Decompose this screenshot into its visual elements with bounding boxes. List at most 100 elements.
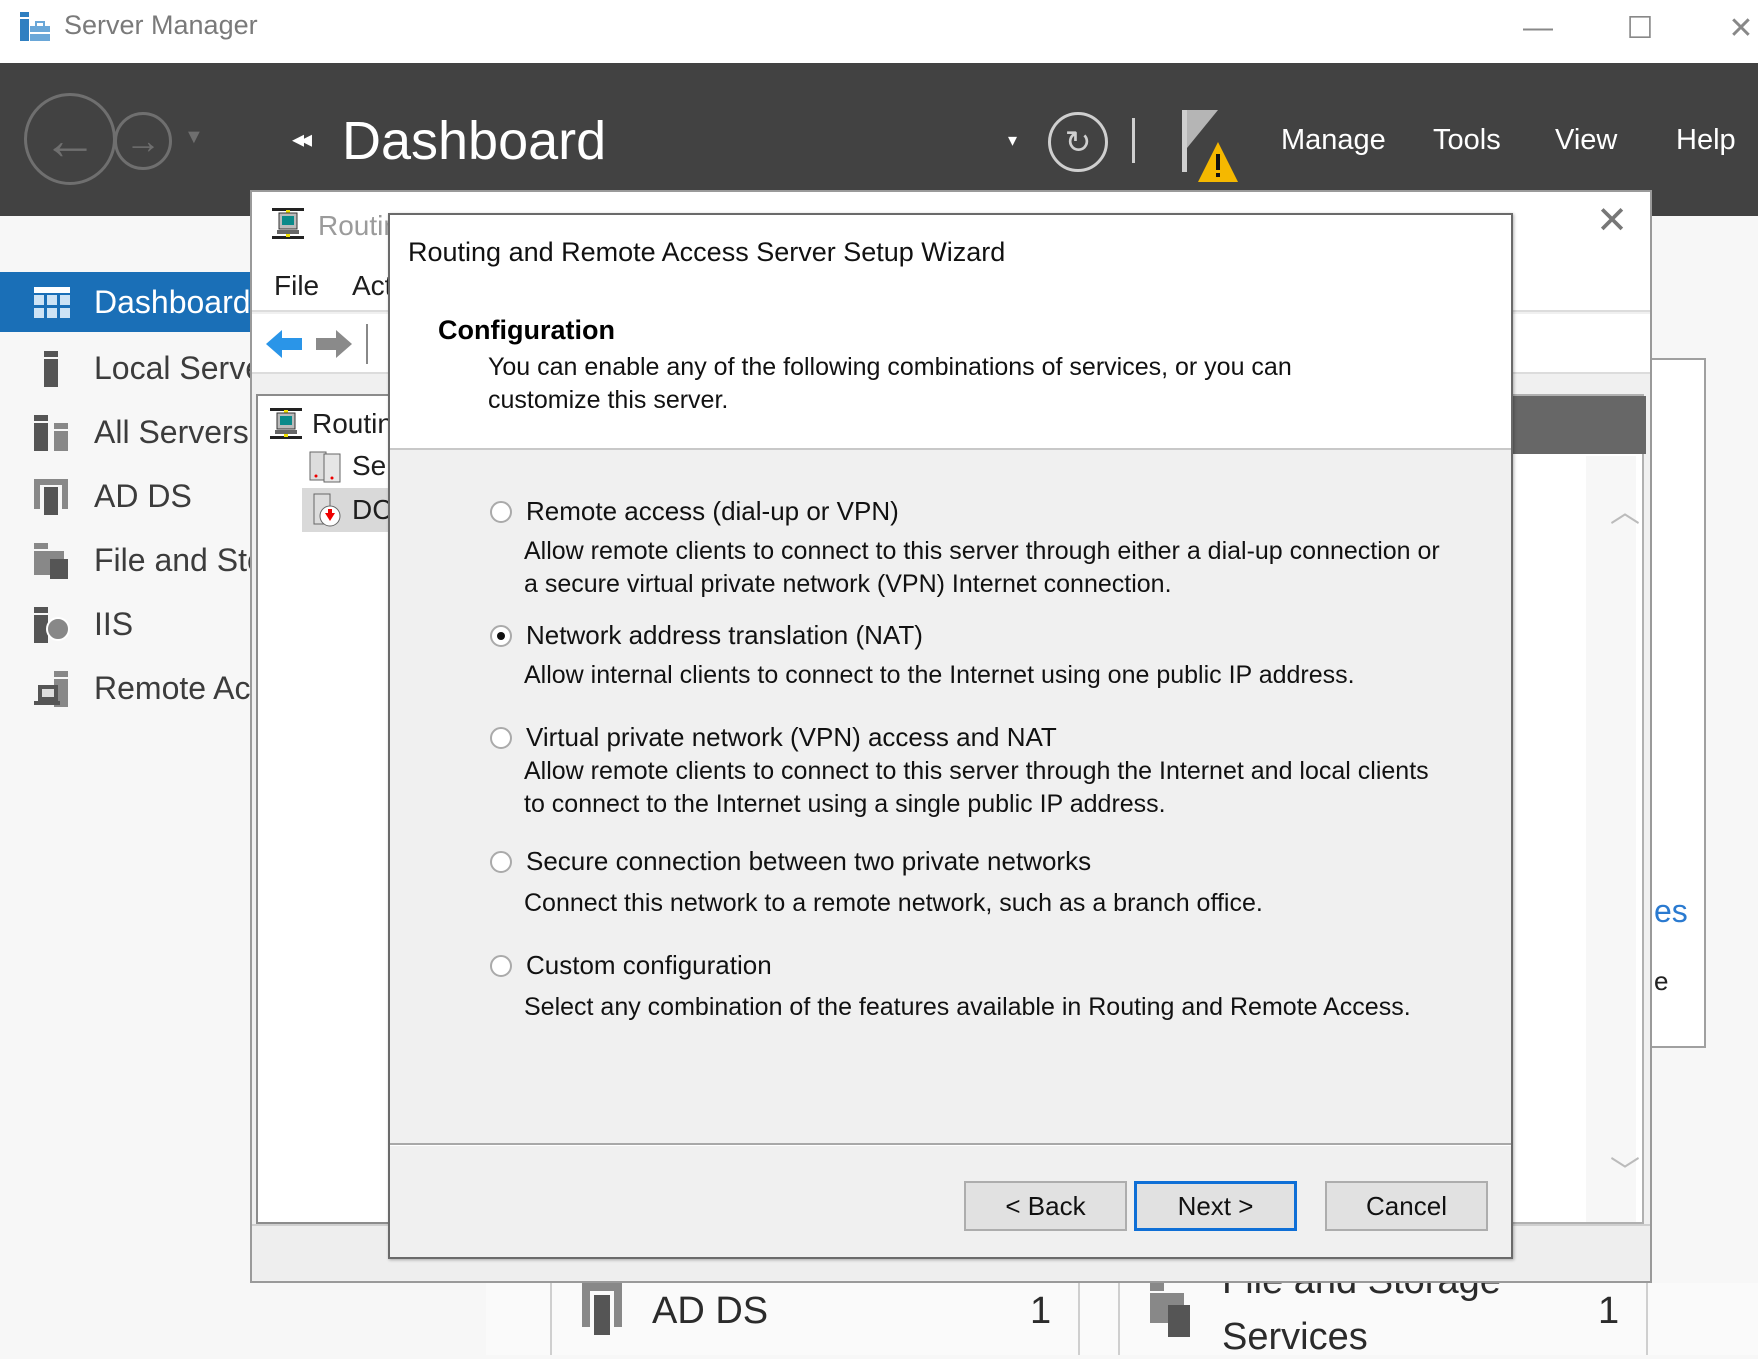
- option-description: Connect this network to a remote network…: [524, 889, 1263, 917]
- back-button[interactable]: ←: [24, 93, 116, 185]
- iis-icon: [34, 607, 70, 643]
- tile-file-storage-label-line2[interactable]: Services: [1222, 1316, 1368, 1359]
- all-servers-icon: [34, 415, 68, 451]
- ad-ds-icon: [34, 479, 68, 515]
- breadcrumb-dropdown-icon[interactable]: ▾: [1008, 130, 1017, 151]
- radio-button[interactable]: [490, 850, 512, 873]
- sidebar-item-label: AD DS: [94, 477, 192, 514]
- ad-ds-icon: [582, 1283, 622, 1335]
- sidebar-item-label: Local Server: [94, 349, 250, 386]
- radio-remote-access[interactable]: Remote access (dial-up or VPN): [490, 496, 1450, 527]
- sidebar-item-label: Remote Access: [94, 669, 250, 706]
- menu-tools[interactable]: Tools: [1433, 124, 1501, 157]
- option-vpn-and-nat: Virtual private network (VPN) access and…: [490, 722, 1450, 821]
- dashboard-grid-icon: [34, 287, 70, 318]
- sidebar-item-all-servers[interactable]: All Servers: [0, 402, 250, 462]
- link-fragment[interactable]: es: [1654, 893, 1688, 930]
- option-description: Allow internal clients to connect to the…: [524, 661, 1355, 689]
- toolbar-back-icon[interactable]: [264, 324, 304, 364]
- local-server-icon: [44, 351, 58, 387]
- minimize-button[interactable]: —: [1513, 6, 1563, 50]
- option-label: Virtual private network (VPN) access and…: [526, 722, 1057, 752]
- sidebar-item-iis[interactable]: IIS: [0, 594, 250, 654]
- toolbar-divider: [366, 324, 368, 364]
- sidebar-item-label: All Servers: [94, 413, 249, 450]
- radio-vpn-and-nat[interactable]: Virtual private network (VPN) access and…: [490, 722, 1450, 753]
- sidebar-item-label: Dashboard: [94, 283, 250, 320]
- scroll-up-icon[interactable]: ︿: [1610, 487, 1640, 531]
- server-status-icon: [309, 451, 341, 483]
- option-custom: Custom configuration Select any combinat…: [490, 950, 1450, 1024]
- tree-item-rras-root[interactable]: Routing and Remote Access: [268, 406, 400, 442]
- page-title: Dashboard: [342, 111, 607, 171]
- sidebar-item-file-storage[interactable]: File and Storage Services: [0, 530, 250, 590]
- toolbar-forward-icon[interactable]: [314, 324, 354, 364]
- details-scrollbar[interactable]: [1586, 456, 1636, 1222]
- wizard-options: Remote access (dial-up or VPN) Allow rem…: [390, 452, 1511, 1142]
- server-manager-icon: [20, 12, 50, 41]
- close-button[interactable]: ✕: [1716, 6, 1758, 50]
- tile-divider: [1646, 1283, 1648, 1355]
- breadcrumb-arrows-icon: ◂◂: [292, 126, 312, 153]
- file-storage-icon: [1150, 1283, 1190, 1337]
- tile-ad-ds-label[interactable]: AD DS: [652, 1290, 768, 1333]
- option-description: Allow remote clients to connect to this …: [524, 757, 1429, 818]
- sidebar-item-label: File and Storage Services: [94, 541, 250, 578]
- rras-computer-icon: [272, 208, 304, 239]
- radio-button-checked[interactable]: [490, 624, 512, 647]
- tile-ad-ds-count: 1: [1030, 1290, 1052, 1332]
- wizard-section-title: Configuration: [438, 315, 615, 345]
- remote-access-icon: [34, 671, 68, 707]
- arrow-left-icon: ←: [42, 107, 98, 171]
- footer-divider-highlight: [390, 1145, 1511, 1146]
- radio-button[interactable]: [490, 954, 512, 977]
- option-description: Select any combination of the features a…: [524, 993, 1411, 1021]
- sidebar-item-dashboard[interactable]: Dashboard: [0, 272, 250, 332]
- tile-file-storage-count: 1: [1598, 1290, 1620, 1332]
- sidebar-item-local-server[interactable]: Local Server: [0, 338, 250, 398]
- arrow-right-icon: →: [125, 120, 161, 161]
- app-title: Server Manager: [64, 10, 258, 40]
- title-bar: Server Manager — ☐ ✕: [0, 0, 1758, 63]
- refresh-button[interactable]: ↻: [1048, 112, 1108, 172]
- radio-nat[interactable]: Network address translation (NAT): [490, 620, 1450, 651]
- header-divider: [1132, 118, 1135, 163]
- radio-custom[interactable]: Custom configuration: [490, 950, 1450, 981]
- maximize-button[interactable]: ☐: [1615, 6, 1665, 50]
- server-down-icon: [313, 493, 341, 527]
- sidebar-item-remote-access[interactable]: Remote Access: [0, 658, 250, 718]
- forward-button[interactable]: →: [114, 112, 172, 170]
- option-label: Remote access (dial-up or VPN): [526, 496, 899, 526]
- option-label: Secure connection between two private ne…: [526, 846, 1092, 876]
- menu-manage[interactable]: Manage: [1281, 124, 1386, 157]
- radio-button[interactable]: [490, 726, 512, 749]
- text-fragment: e: [1654, 966, 1669, 996]
- wizard-header: Routing and Remote Access Server Setup W…: [390, 215, 1511, 450]
- option-description: Allow remote clients to connect to this …: [524, 537, 1440, 598]
- sidebar-item-ad-ds[interactable]: AD DS: [0, 466, 250, 526]
- sidebar-item-label: IIS: [94, 605, 134, 642]
- rras-computer-icon: [270, 408, 302, 439]
- radio-button[interactable]: [490, 500, 512, 523]
- notifications-flag-icon[interactable]: [1178, 106, 1248, 186]
- wizard-title: Routing and Remote Access Server Setup W…: [408, 237, 1006, 267]
- menu-view[interactable]: View: [1555, 124, 1617, 157]
- tree-item-dc-local[interactable]: DC (local): [302, 488, 400, 532]
- back-button[interactable]: < Back: [964, 1181, 1127, 1231]
- history-dropdown-icon[interactable]: ▼: [184, 126, 204, 149]
- option-secure-connection: Secure connection between two private ne…: [490, 846, 1450, 920]
- rras-close-button[interactable]: ✕: [1582, 192, 1642, 248]
- option-nat: Network address translation (NAT) Allow …: [490, 620, 1450, 692]
- option-label: Network address translation (NAT): [526, 620, 923, 650]
- scroll-down-icon[interactable]: ﹀: [1610, 1147, 1640, 1191]
- setup-wizard-dialog: Routing and Remote Access Server Setup W…: [388, 213, 1513, 1259]
- next-button[interactable]: Next >: [1134, 1181, 1297, 1231]
- radio-secure-connection[interactable]: Secure connection between two private ne…: [490, 846, 1450, 877]
- option-label: Custom configuration: [526, 950, 772, 980]
- file-storage-icon: [34, 543, 68, 579]
- tile-divider: [1118, 1283, 1120, 1355]
- menu-file[interactable]: File: [274, 270, 319, 302]
- menu-help[interactable]: Help: [1676, 124, 1736, 157]
- tile-divider: [1078, 1283, 1080, 1355]
- cancel-button[interactable]: Cancel: [1325, 1181, 1488, 1231]
